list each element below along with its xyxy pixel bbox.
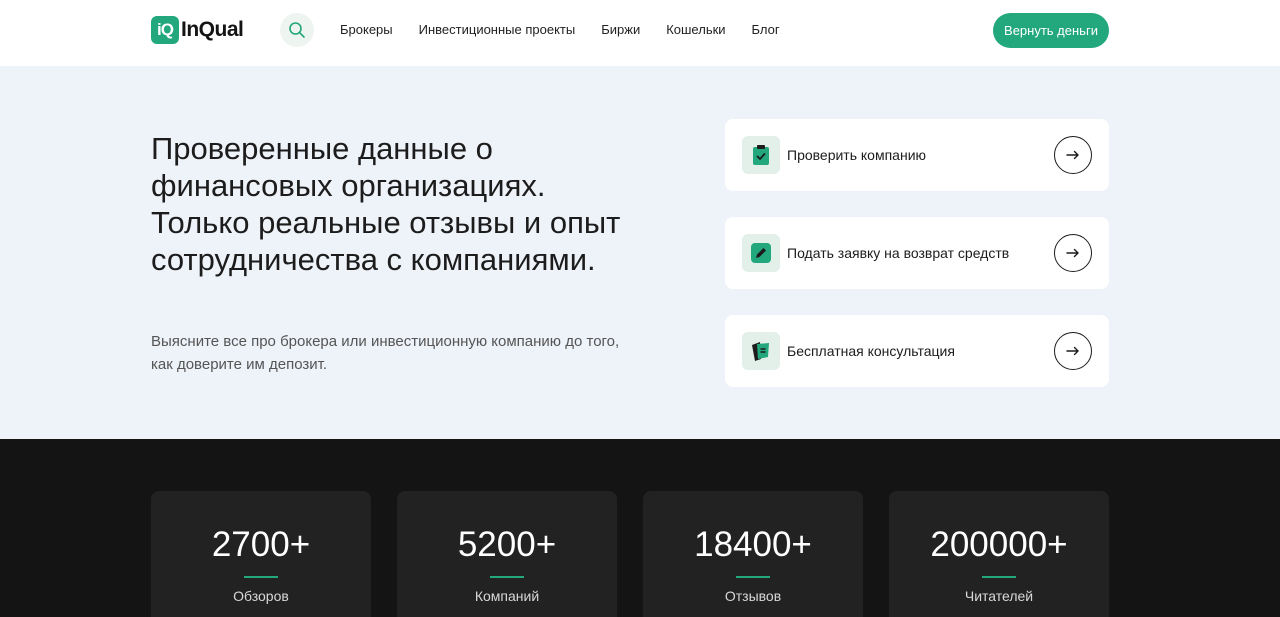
main-nav: Брокеры Инвестиционные проекты Биржи Кош…	[340, 22, 806, 37]
clipboard-check-icon	[742, 136, 780, 174]
site-header: iQ InQual Брокеры Инвестиционные проекты…	[0, 0, 1280, 66]
nav-item-investment-projects[interactable]: Инвестиционные проекты	[419, 22, 576, 37]
logo-text: InQual	[181, 18, 244, 41]
pencil-icon	[742, 234, 780, 272]
refund-request-card[interactable]: Подать заявку на возврат средств	[725, 217, 1109, 289]
free-consultation-card[interactable]: Бесплатная консультация	[725, 315, 1109, 387]
stat-divider	[736, 576, 770, 578]
arrow-right-icon[interactable]	[1054, 332, 1092, 370]
nav-item-exchanges[interactable]: Биржи	[601, 22, 640, 37]
stat-label: Обзоров	[233, 588, 289, 604]
hero-title: Проверенные данные о финансовых организа…	[151, 131, 621, 277]
hero-subtitle: Выясните все про брокера или инвестицион…	[151, 333, 620, 373]
stat-card-readers: 200000+ Читателей	[889, 491, 1109, 617]
logo[interactable]: iQ InQual	[151, 16, 244, 44]
stat-card-feedback: 18400+ Отзывов	[643, 491, 863, 617]
stat-value: 200000+	[930, 525, 1068, 564]
arrow-right-icon[interactable]	[1054, 234, 1092, 272]
stat-card-reviews: 2700+ Обзоров	[151, 491, 371, 617]
search-button[interactable]	[280, 13, 314, 47]
stat-divider	[982, 576, 1016, 578]
arrow-right-icon[interactable]	[1054, 136, 1092, 174]
stat-label: Компаний	[474, 588, 540, 604]
stats-section: 2700+ Обзоров 5200+ Компаний 18400+ Отзы…	[0, 439, 1280, 617]
stat-label: Читателей	[964, 588, 1034, 604]
check-company-card[interactable]: Проверить компанию	[725, 119, 1109, 191]
hero-section: Проверенные данные о финансовых организа…	[0, 66, 1280, 439]
nav-item-blog[interactable]: Блог	[752, 22, 780, 37]
stat-card-companies: 5200+ Компаний	[397, 491, 617, 617]
logo-badge: iQ	[151, 16, 179, 44]
card-label: Бесплатная консультация	[787, 343, 955, 359]
chat-icon	[742, 332, 780, 370]
search-icon	[289, 22, 305, 38]
stat-divider	[490, 576, 524, 578]
card-label: Подать заявку на возврат средств	[787, 245, 1010, 261]
nav-item-wallets[interactable]: Кошельки	[666, 22, 725, 37]
stat-label: Отзывов	[724, 588, 782, 604]
stat-value: 2700+	[211, 525, 311, 564]
return-money-button[interactable]: Вернуть деньги	[993, 13, 1109, 48]
stat-divider	[244, 576, 278, 578]
stat-value: 5200+	[457, 525, 557, 564]
stat-value: 18400+	[694, 525, 812, 564]
nav-item-brokers[interactable]: Брокеры	[340, 22, 393, 37]
card-label: Проверить компанию	[787, 147, 927, 163]
